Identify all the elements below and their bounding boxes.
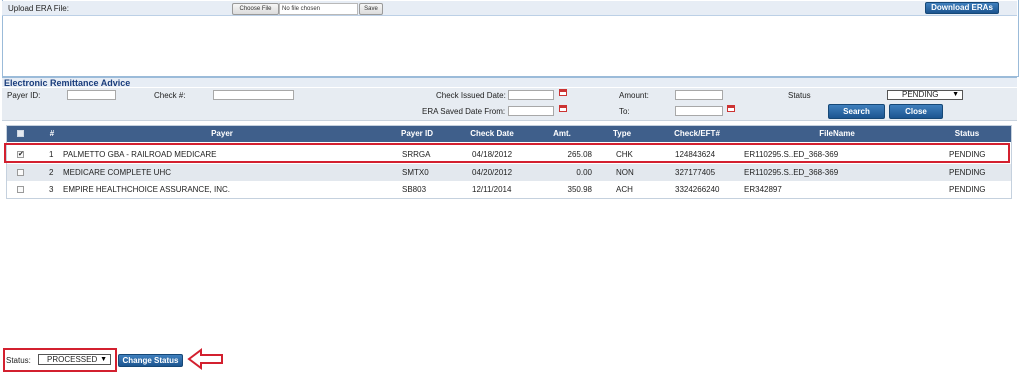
col-status: Status (954, 129, 980, 138)
check-issued-date-input[interactable] (508, 90, 554, 100)
row-type: NON (616, 168, 634, 177)
row-highlight-box (4, 143, 1010, 163)
amount-label: Amount: (619, 91, 649, 100)
download-eras-button[interactable]: Download ERAs (925, 2, 999, 14)
row-payer-id: SMTX0 (402, 168, 429, 177)
row-type: ACH (616, 185, 633, 194)
status-filter-value: PENDING (902, 90, 939, 99)
col-check-date: Check Date (470, 129, 514, 138)
row-status: PENDING (949, 168, 986, 177)
row-check-eft: 327177405 (675, 168, 716, 177)
save-button[interactable]: Save (359, 3, 383, 15)
table-header: # Payer Payer ID Check Date Amt. Type Ch… (7, 126, 1011, 142)
row-payer-id: SB803 (402, 185, 427, 194)
row-check-date: 04/20/2012 (472, 168, 513, 177)
select-all-checkbox[interactable] (17, 130, 24, 137)
row-number: 3 (49, 185, 54, 194)
row-amount: 350.98 (567, 185, 592, 194)
col-payer: Payer (211, 129, 233, 138)
upload-era-label: Upload ERA File: (8, 4, 69, 13)
era-section-title: Electronic Remittance Advice (2, 77, 1017, 88)
check-number-input[interactable] (213, 90, 294, 100)
search-button[interactable]: Search (828, 104, 885, 119)
row-check-date: 12/11/2014 (472, 185, 512, 194)
to-date-input[interactable] (675, 106, 723, 116)
amount-input[interactable] (675, 90, 723, 100)
row-checkbox[interactable] (17, 169, 24, 176)
pointer-arrow-icon (187, 348, 223, 370)
row-check-eft: 3324266240 (675, 185, 720, 194)
change-status-button[interactable]: Change Status (118, 354, 183, 367)
payer-id-input[interactable] (67, 90, 116, 100)
row-payer: MEDICARE COMPLETE UHC (63, 168, 172, 177)
check-number-label: Check #: (154, 91, 186, 100)
dropdown-arrow-icon: ▼ (952, 91, 959, 98)
status-filter-label: Status (788, 91, 811, 100)
table-row[interactable]: 3 EMPIRE HEALTHCHOICE ASSURANCE, INC. SB… (7, 181, 1011, 198)
file-status: No file chosen (279, 3, 358, 15)
to-label: To: (619, 107, 630, 116)
table-row[interactable]: 2 MEDICARE COMPLETE UHC SMTX0 04/20/2012… (7, 164, 1011, 181)
close-button[interactable]: Close (889, 104, 943, 119)
col-check-eft: Check/EFT# (674, 129, 720, 138)
check-issued-date-label: Check Issued Date: (436, 91, 506, 100)
choose-file-button[interactable]: Choose File (232, 3, 279, 15)
col-amount: Amt. (553, 129, 571, 138)
bottom-status-value: PROCESSED (47, 355, 98, 364)
era-saved-from-label: ERA Saved Date From: (422, 107, 506, 116)
row-filename: ER342897 (744, 185, 782, 194)
calendar-icon[interactable] (727, 105, 735, 112)
row-payer: EMPIRE HEALTHCHOICE ASSURANCE, INC. (63, 185, 230, 194)
calendar-icon[interactable] (559, 105, 567, 112)
row-checkbox[interactable] (17, 186, 24, 193)
col-number: # (49, 129, 55, 138)
row-number: 2 (49, 168, 54, 177)
bottom-status-label: Status: (6, 356, 31, 365)
era-saved-from-input[interactable] (508, 106, 554, 116)
col-payer-id: Payer ID (400, 129, 434, 138)
row-amount: 0.00 (576, 168, 592, 177)
row-status: PENDING (949, 185, 986, 194)
row-filename: ER110295.S..ED_368-369 (744, 168, 839, 177)
status-filter-select[interactable]: PENDING ▼ (887, 90, 963, 100)
payer-id-label: Payer ID: (7, 91, 41, 100)
dropdown-arrow-icon: ▼ (100, 356, 107, 363)
col-type: Type (612, 129, 632, 138)
bottom-status-select[interactable]: PROCESSED ▼ (38, 354, 111, 365)
upload-bar (2, 1, 1017, 16)
calendar-icon[interactable] (559, 89, 567, 96)
col-filename: FileName (819, 129, 855, 138)
